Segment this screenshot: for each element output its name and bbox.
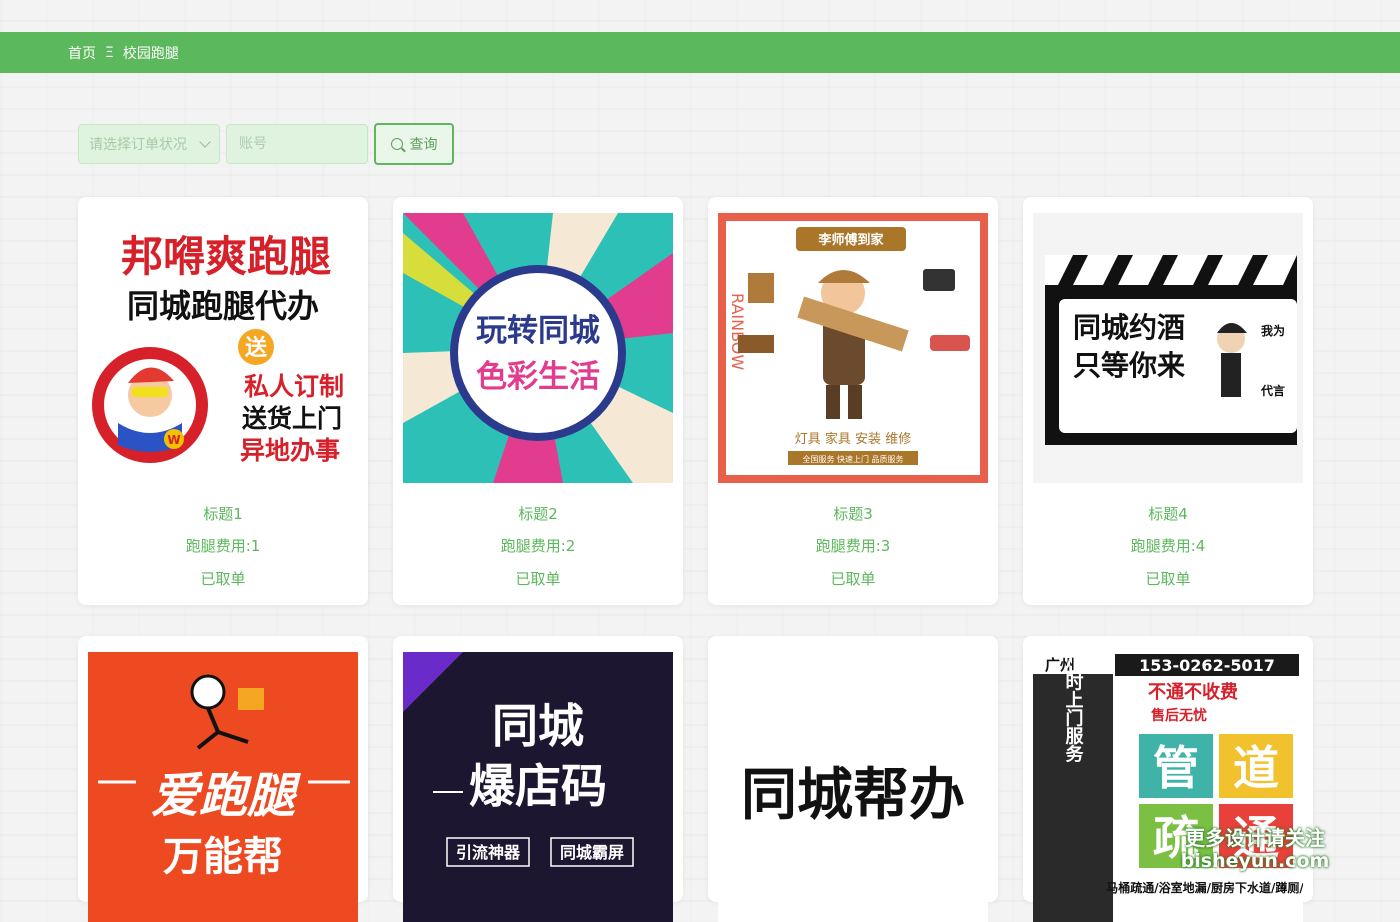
chevron-down-icon	[199, 136, 211, 148]
card-image: 同城帮办	[718, 652, 988, 922]
card-image-bottom: 马桶疏通/浴室地漏/厨房下水道/蹲厕/	[1106, 880, 1303, 895]
card-title: 标题2	[518, 505, 558, 523]
card-status: 已取单	[515, 570, 561, 588]
card-image-tag1: 引流神器	[456, 843, 521, 862]
card-image-promo1: 不通不收费	[1148, 681, 1238, 703]
search-button-label: 查询	[409, 137, 438, 153]
card-fee: 跑腿费用:1	[185, 537, 261, 555]
order-card[interactable]: 爱跑腿 万能帮	[78, 636, 368, 922]
card-image-side2: 代言	[1260, 383, 1285, 398]
card-image: RAINBOW 李师傅到家 灯具 家具 安装 维修 全国服务 快速上门 品质服务	[718, 213, 988, 483]
card-image-line1: 玩转同城	[476, 313, 600, 349]
card-image-tag2: 同城霸屏	[560, 843, 624, 862]
card-image-line2: 爆店码	[469, 759, 607, 813]
watermark-line2: bisheyun.com	[1180, 850, 1330, 872]
card-title: 标题1	[203, 505, 243, 523]
card-image: 同城约酒 只等你来 我为 代言	[1033, 213, 1303, 483]
card-image-line: 异地办事	[240, 436, 340, 465]
card-fee: 跑腿费用:4	[1130, 537, 1206, 555]
order-card[interactable]: RAINBOW 李师傅到家 灯具 家具 安装 维修 全国服务 快速上门 品质服务…	[708, 197, 998, 605]
card-image: 玩转同城 色彩生活	[403, 213, 673, 483]
card-image-side1: 我为	[1261, 323, 1285, 338]
watermark-line1: 更多设计请关注	[1185, 826, 1325, 850]
card-image-badge: W	[167, 433, 180, 447]
card-image-side: RAINBOW	[728, 293, 747, 370]
search-button[interactable]: 查询	[374, 123, 454, 165]
card-image: 广州 153-0262-5017 24小时上门服务 不通不收费 售后无忧 管 道…	[1033, 652, 1303, 922]
card-status: 已取单	[200, 570, 246, 588]
card-image: 同城 爆店码 引流神器 同城霸屏	[403, 652, 673, 922]
card-status: 已取单	[1145, 570, 1191, 588]
card-image-small: 全国服务 快速上门 品质服务	[802, 454, 903, 464]
card-image-line1: 同城	[492, 699, 584, 753]
card-title: 标题4	[1148, 505, 1188, 523]
order-card[interactable]: 同城 爆店码 引流神器 同城霸屏	[393, 636, 683, 922]
card-image-services: 灯具 家具 安装 维修	[795, 431, 911, 447]
order-card[interactable]: 同城帮办	[708, 636, 998, 922]
card-image-line1: 同城约酒	[1073, 311, 1185, 344]
card-image-headline: 邦嘚爽跑腿	[121, 232, 331, 281]
card-image-big: 管	[1153, 741, 1199, 795]
order-status-placeholder: 请选择订单状况	[89, 137, 187, 153]
card-image-vertical: 24小时上门服务	[1063, 652, 1084, 763]
search-icon	[390, 138, 403, 150]
account-input[interactable]	[237, 135, 357, 153]
card-image-promo2: 售后无忧	[1150, 707, 1207, 724]
card-image-line1: 爱跑腿	[151, 768, 301, 824]
account-input-wrapper	[226, 124, 368, 164]
filter-bar: 请选择订单状况 查询	[78, 123, 454, 165]
card-image-phone: 153-0262-5017	[1139, 656, 1275, 675]
order-status-select[interactable]: 请选择订单状况	[78, 124, 220, 164]
card-image-line2: 万能帮	[163, 834, 283, 880]
card-image-line: 私人订制	[244, 372, 344, 401]
card-image: 爱跑腿 万能帮	[88, 652, 358, 922]
order-card[interactable]: 邦嘚爽跑腿 同城跑腿代办 W 送 私人订制 送货上门 异地办事 标题1 跑腿费用…	[78, 197, 368, 605]
card-image-line2: 只等你来	[1073, 349, 1185, 382]
card-fee: 跑腿费用:2	[500, 537, 576, 555]
breadcrumb-separator: Ξ	[105, 44, 114, 61]
card-image-banner: 李师傅到家	[817, 232, 884, 248]
card-image: 邦嘚爽跑腿 同城跑腿代办 W 送 私人订制 送货上门 异地办事	[88, 213, 358, 483]
card-image-tag: 送	[245, 335, 267, 361]
order-card[interactable]: 玩转同城 色彩生活 标题2 跑腿费用:2 已取单	[393, 197, 683, 605]
card-fee: 跑腿费用:3	[815, 537, 891, 555]
card-image-text: 同城帮办	[741, 763, 965, 828]
breadcrumb-home[interactable]: 首页	[68, 43, 96, 63]
card-image-big: 道	[1233, 741, 1279, 795]
watermark: 更多设计请关注 bisheyun.com	[1170, 826, 1340, 872]
top-nav-bar: 首页 Ξ 校园跑腿	[0, 32, 1400, 73]
card-image-line2: 色彩生活	[476, 359, 600, 395]
card-status: 已取单	[830, 570, 876, 588]
card-title: 标题3	[833, 505, 873, 523]
order-card[interactable]: 同城约酒 只等你来 我为 代言 标题4 跑腿费用:4 已取单	[1023, 197, 1313, 605]
breadcrumb-current[interactable]: 校园跑腿	[123, 43, 179, 63]
card-image-line: 送货上门	[242, 404, 342, 433]
card-image-subline: 同城跑腿代办	[127, 287, 319, 325]
